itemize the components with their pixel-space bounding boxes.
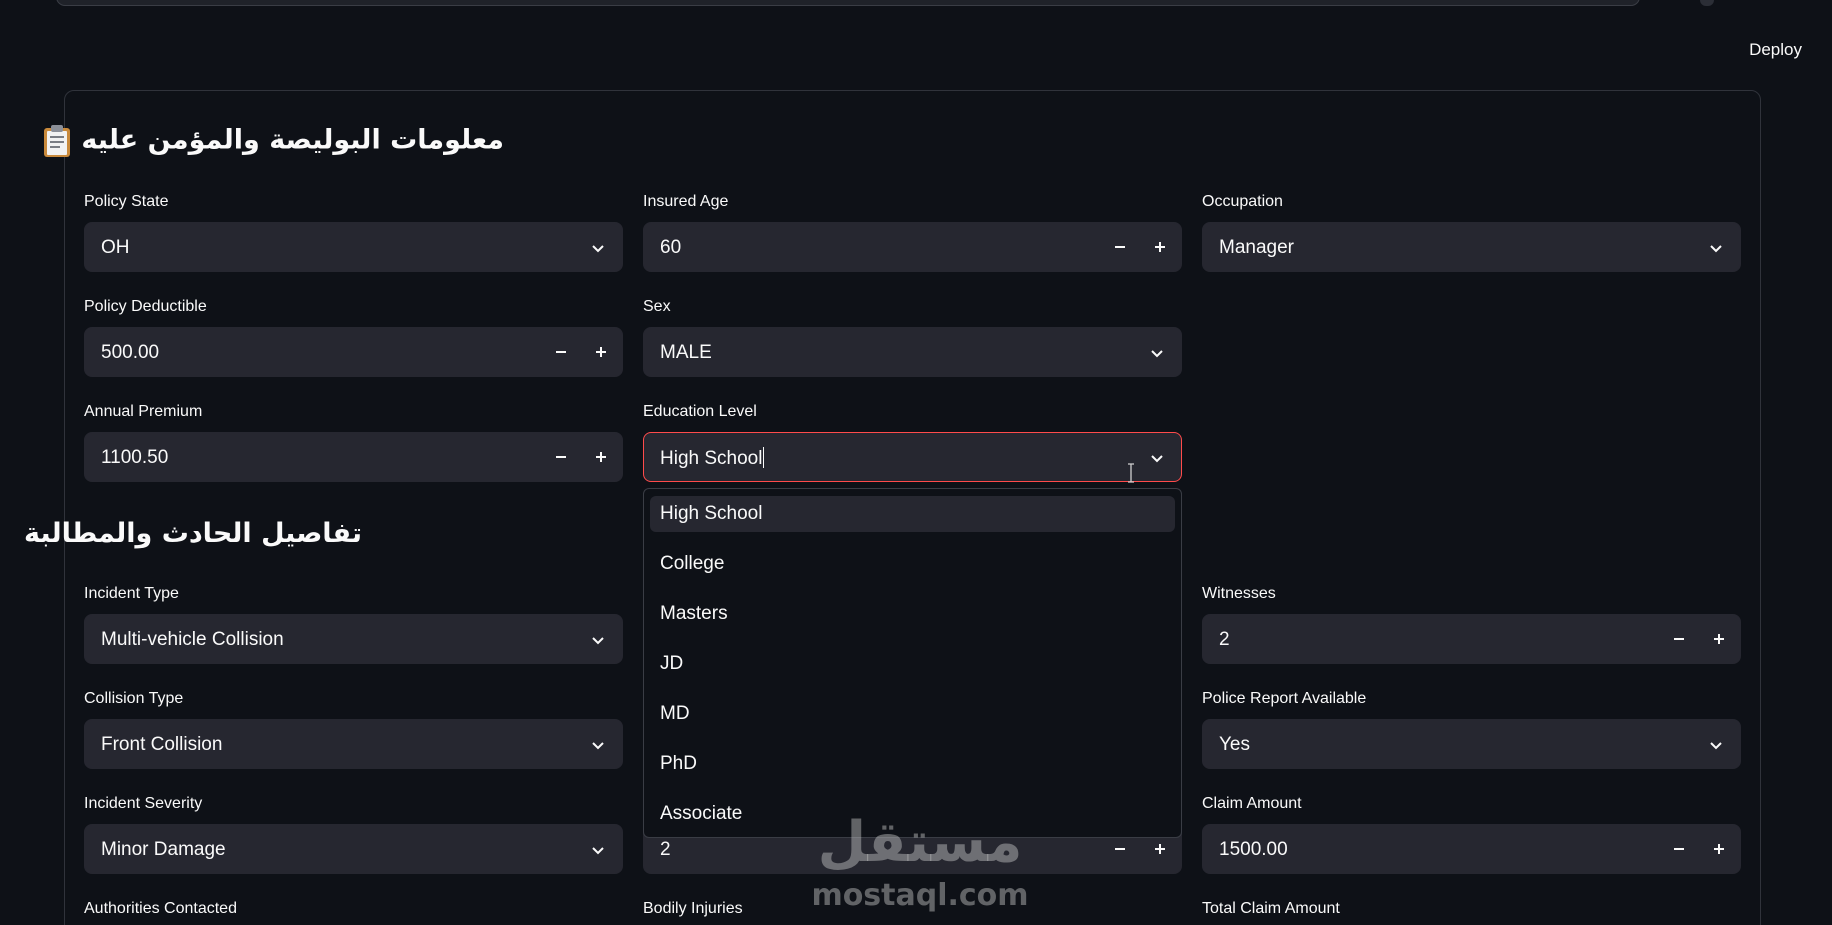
section-title-incident: تفاصيل الحادث والمطالبة	[24, 518, 362, 549]
insured-age-input[interactable]: 60	[643, 222, 1182, 272]
incident-severity-select[interactable]: Minor Damage	[84, 824, 623, 874]
browser-top-strip	[0, 0, 1832, 14]
policy-state-select[interactable]: OH	[84, 222, 623, 272]
education-dropdown-menu: High School College Masters JD MD PhD As…	[643, 488, 1182, 838]
sex-label: Sex	[643, 298, 671, 315]
occupation-select[interactable]: Manager	[1202, 222, 1741, 272]
section-title-policy-text: معلومات البوليصة والمؤمن عليه	[81, 124, 504, 156]
chevron-down-icon	[1710, 245, 1722, 253]
annual-premium-label: Annual Premium	[84, 403, 203, 420]
dropdown-option[interactable]: PhD	[650, 746, 1175, 782]
witnesses-input[interactable]: 2	[1202, 614, 1741, 664]
plus-icon[interactable]	[1710, 840, 1728, 858]
chevron-down-icon	[592, 245, 604, 253]
text-cursor-icon	[1128, 463, 1134, 483]
plus-icon[interactable]	[1151, 840, 1169, 858]
chevron-down-icon	[592, 847, 604, 855]
collision-type-value: Front Collision	[101, 734, 223, 755]
chevron-down-icon	[592, 637, 604, 645]
dropdown-option[interactable]: College	[650, 546, 1175, 582]
policy-deductible-input[interactable]: 500.00	[84, 327, 623, 377]
total-claim-amount-label: Total Claim Amount	[1202, 900, 1340, 917]
minus-icon[interactable]	[1670, 630, 1688, 648]
incident-type-select[interactable]: Multi-vehicle Collision	[84, 614, 623, 664]
policy-deductible-value: 500.00	[101, 342, 160, 363]
collision-type-label: Collision Type	[84, 690, 184, 707]
annual-premium-input[interactable]: 1100.50	[84, 432, 623, 482]
sex-value: MALE	[660, 342, 712, 363]
authorities-contacted-label: Authorities Contacted	[84, 900, 237, 917]
middle-number-value: 2	[660, 839, 671, 860]
education-level-select[interactable]: High School	[643, 432, 1182, 482]
plus-icon[interactable]	[1151, 238, 1169, 256]
section-title-policy: معلومات البوليصة والمؤمن عليه	[42, 124, 504, 158]
incident-type-value: Multi-vehicle Collision	[101, 629, 284, 650]
education-level-label: Education Level	[643, 403, 757, 420]
education-level-value: High School	[660, 447, 765, 470]
plus-icon[interactable]	[592, 448, 610, 466]
chevron-down-icon	[1151, 455, 1163, 463]
dropdown-option[interactable]: High School	[650, 496, 1175, 532]
witnesses-label: Witnesses	[1202, 585, 1276, 602]
incident-severity-value: Minor Damage	[101, 839, 226, 860]
education-level-text: High School	[660, 448, 763, 469]
minus-icon[interactable]	[1111, 238, 1129, 256]
chevron-down-icon	[1710, 742, 1722, 750]
dropdown-option[interactable]: MD	[650, 696, 1175, 732]
minus-icon[interactable]	[1670, 840, 1688, 858]
claim-amount-value: 1500.00	[1219, 839, 1288, 860]
deploy-button[interactable]: Deploy	[1749, 40, 1802, 60]
claim-amount-input[interactable]: 1500.00	[1202, 824, 1741, 874]
text-caret	[763, 447, 765, 468]
occupation-value: Manager	[1219, 237, 1294, 258]
insured-age-value: 60	[660, 237, 682, 258]
minus-icon[interactable]	[552, 343, 570, 361]
minus-icon[interactable]	[1111, 840, 1129, 858]
toolbar-icon[interactable]	[1700, 0, 1714, 6]
claim-amount-label: Claim Amount	[1202, 795, 1302, 812]
occupation-label: Occupation	[1202, 193, 1283, 210]
address-bar[interactable]	[56, 0, 1640, 6]
dropdown-option[interactable]: JD	[650, 646, 1175, 682]
police-report-label: Police Report Available	[1202, 690, 1367, 707]
policy-state-label: Policy State	[84, 193, 169, 210]
clipboard-icon	[42, 124, 72, 158]
sex-select[interactable]: MALE	[643, 327, 1182, 377]
police-report-value: Yes	[1219, 734, 1250, 755]
collision-type-select[interactable]: Front Collision	[84, 719, 623, 769]
incident-type-label: Incident Type	[84, 585, 179, 602]
insured-age-label: Insured Age	[643, 193, 729, 210]
chevron-down-icon	[592, 742, 604, 750]
annual-premium-value: 1100.50	[101, 447, 169, 468]
policy-deductible-label: Policy Deductible	[84, 298, 207, 315]
dropdown-option[interactable]: Masters	[650, 596, 1175, 632]
minus-icon[interactable]	[552, 448, 570, 466]
bodily-injuries-label: Bodily Injuries	[643, 900, 743, 917]
witnesses-value: 2	[1219, 629, 1230, 650]
plus-icon[interactable]	[592, 343, 610, 361]
chevron-down-icon	[1151, 350, 1163, 358]
incident-severity-label: Incident Severity	[84, 795, 203, 812]
policy-state-value: OH	[101, 237, 130, 258]
plus-icon[interactable]	[1710, 630, 1728, 648]
dropdown-option[interactable]: Associate	[650, 796, 1175, 832]
police-report-select[interactable]: Yes	[1202, 719, 1741, 769]
